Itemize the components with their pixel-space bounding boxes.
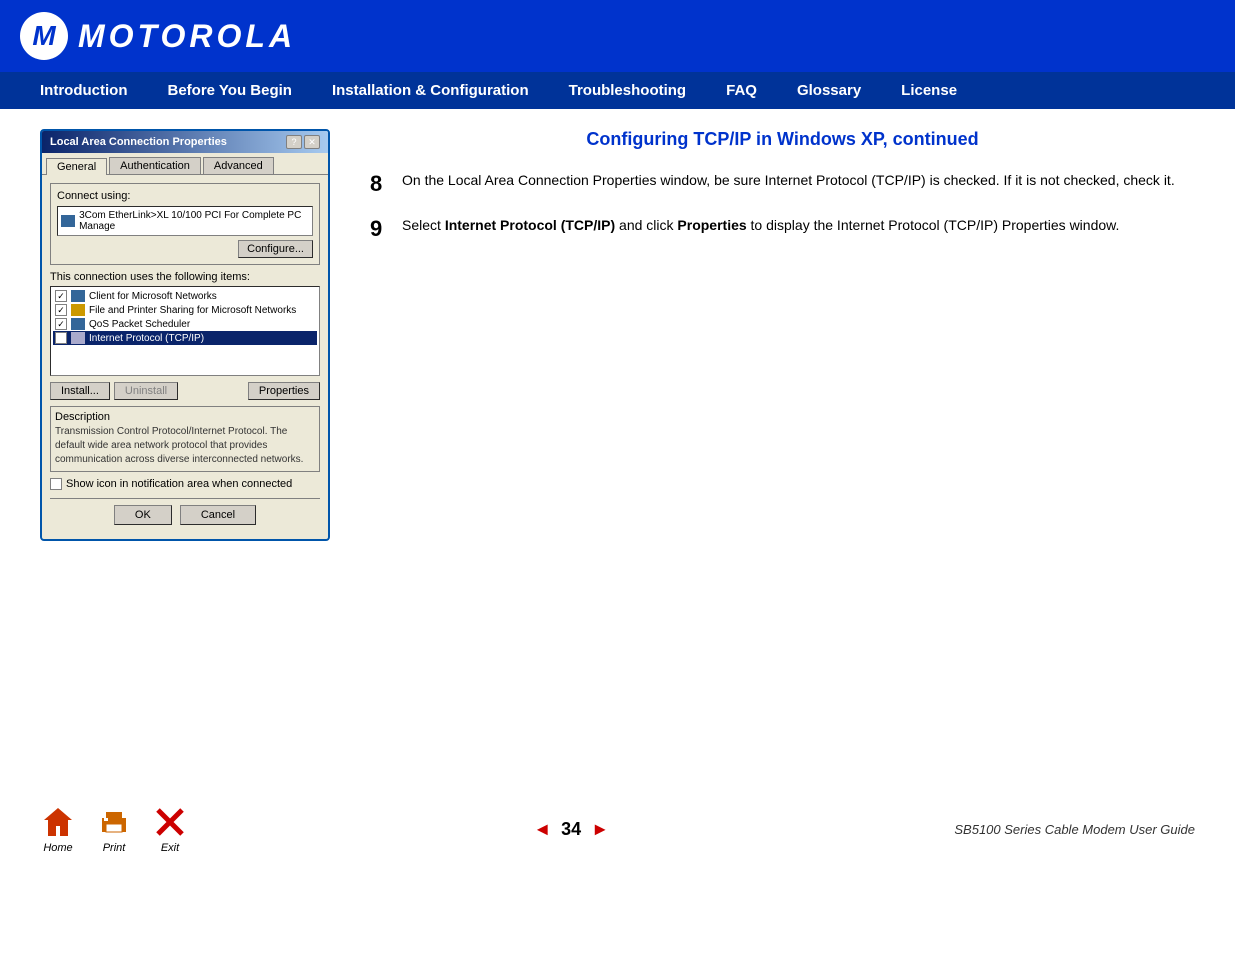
adapter-row: 3Com EtherLink>XL 10/100 PCI For Complet… <box>57 206 313 236</box>
properties-button[interactable]: Properties <box>248 382 320 400</box>
print-label: Print <box>103 842 126 854</box>
client-label: Client for Microsoft Networks <box>89 291 217 302</box>
page-number: 34 <box>561 819 581 840</box>
dialog-action-buttons: Install... Uninstall Properties <box>50 382 320 400</box>
fileprint-icon <box>71 304 85 316</box>
cancel-button[interactable]: Cancel <box>180 505 256 525</box>
home-icon <box>40 804 76 840</box>
step-8-number: 8 <box>370 170 390 199</box>
exit-button[interactable]: Exit <box>152 804 188 854</box>
right-panel: Configuring TCP/IP in Windows XP, contin… <box>370 129 1195 541</box>
logo-circle: M <box>20 12 68 60</box>
list-item-selected[interactable]: ✓ Internet Protocol (TCP/IP) <box>53 331 317 345</box>
sidebar-item-installation[interactable]: Installation & Configuration <box>312 72 549 109</box>
ok-cancel-buttons: OK Cancel <box>50 498 320 531</box>
home-button[interactable]: Home <box>40 804 76 854</box>
step-9-row: 9 Select Internet Protocol (TCP/IP) and … <box>370 215 1195 244</box>
connect-using-label: Connect using: <box>57 190 313 202</box>
tcpip-label: Internet Protocol (TCP/IP) <box>89 333 204 344</box>
connection-items-label: This connection uses the following items… <box>50 271 320 283</box>
show-icon-checkbox[interactable] <box>50 478 62 490</box>
install-button[interactable]: Install... <box>50 382 110 400</box>
sidebar-item-license[interactable]: License <box>881 72 977 109</box>
sidebar-item-faq[interactable]: FAQ <box>706 72 777 109</box>
nav-bar: Introduction Before You Begin Installati… <box>0 72 1235 109</box>
header: M MOTOROLA <box>0 0 1235 72</box>
connection-items-list: ✓ Client for Microsoft Networks ✓ File a… <box>50 286 320 376</box>
prev-arrow[interactable]: ◄ <box>533 819 551 840</box>
step-container: 8 On the Local Area Connection Propertie… <box>370 170 1195 243</box>
win-close-button[interactable]: ✕ <box>304 135 320 149</box>
exit-label: Exit <box>161 842 179 854</box>
checkbox-fileprint[interactable]: ✓ <box>55 304 67 316</box>
checkbox-tcpip[interactable]: ✓ <box>55 332 67 344</box>
motorola-brand-text: MOTOROLA <box>78 18 296 55</box>
tcpip-icon <box>71 332 85 344</box>
win-dialog: Local Area Connection Properties ? ✕ Gen… <box>40 129 330 541</box>
client-icon <box>71 290 85 302</box>
sidebar-item-troubleshooting[interactable]: Troubleshooting <box>549 72 707 109</box>
bottom-toolbar: Home Print Exit ◄ 34 ► SB5100 Series Cab… <box>40 804 1195 854</box>
sidebar-item-before-you-begin[interactable]: Before You Begin <box>147 72 311 109</box>
qos-label: QoS Packet Scheduler <box>89 319 190 330</box>
left-panel: Local Area Connection Properties ? ✕ Gen… <box>40 129 340 541</box>
configure-button[interactable]: Configure... <box>238 240 313 258</box>
toolbar-left: Home Print Exit <box>40 804 188 854</box>
connection-items-section: This connection uses the following items… <box>50 271 320 376</box>
adapter-text: 3Com EtherLink>XL 10/100 PCI For Complet… <box>79 210 309 232</box>
step-9-text: Select Internet Protocol (TCP/IP) and cl… <box>402 215 1119 236</box>
win-controls: ? ✕ <box>286 135 320 149</box>
tab-authentication[interactable]: Authentication <box>109 157 201 174</box>
exit-icon <box>152 804 188 840</box>
print-icon <box>96 804 132 840</box>
qos-icon <box>71 318 85 330</box>
sidebar-item-introduction[interactable]: Introduction <box>20 72 147 109</box>
logo-m-icon: M <box>32 20 55 52</box>
list-item: ✓ File and Printer Sharing for Microsoft… <box>53 303 317 317</box>
bold-properties: Properties <box>677 217 746 233</box>
toolbar-center: ◄ 34 ► <box>188 819 954 840</box>
checkbox-client[interactable]: ✓ <box>55 290 67 302</box>
guide-title: SB5100 Series Cable Modem User Guide <box>954 822 1195 837</box>
description-text: Transmission Control Protocol/Internet P… <box>55 425 315 467</box>
print-button[interactable]: Print <box>96 804 132 854</box>
tab-general[interactable]: General <box>46 158 107 175</box>
win-tabs: General Authentication Advanced <box>42 153 328 175</box>
step-8-text: On the Local Area Connection Properties … <box>402 170 1175 191</box>
motorola-logo: M MOTOROLA <box>20 12 296 60</box>
show-icon-label: Show icon in notification area when conn… <box>66 478 292 490</box>
bold-tcp-ip: Internet Protocol (TCP/IP) <box>445 217 615 233</box>
ok-button[interactable]: OK <box>114 505 172 525</box>
win-help-button[interactable]: ? <box>286 135 302 149</box>
checkbox-qos[interactable]: ✓ <box>55 318 67 330</box>
page-title: Configuring TCP/IP in Windows XP, contin… <box>370 129 1195 150</box>
step-8-row: 8 On the Local Area Connection Propertie… <box>370 170 1195 199</box>
win-titlebar: Local Area Connection Properties ? ✕ <box>42 131 328 153</box>
win-dialog-title: Local Area Connection Properties <box>50 136 227 148</box>
home-label: Home <box>43 842 72 854</box>
adapter-icon <box>61 215 75 227</box>
list-item: ✓ QoS Packet Scheduler <box>53 317 317 331</box>
connect-using-group: Connect using: 3Com EtherLink>XL 10/100 … <box>50 183 320 265</box>
description-label: Description <box>55 411 315 423</box>
step-9-number: 9 <box>370 215 390 244</box>
list-item: ✓ Client for Microsoft Networks <box>53 289 317 303</box>
tab-advanced[interactable]: Advanced <box>203 157 274 174</box>
fileprint-label: File and Printer Sharing for Microsoft N… <box>89 305 296 316</box>
main-content: Local Area Connection Properties ? ✕ Gen… <box>0 109 1235 561</box>
sidebar-item-glossary[interactable]: Glossary <box>777 72 881 109</box>
win-body: Connect using: 3Com EtherLink>XL 10/100 … <box>42 175 328 539</box>
uninstall-button[interactable]: Uninstall <box>114 382 178 400</box>
next-arrow[interactable]: ► <box>591 819 609 840</box>
show-icon-row: Show icon in notification area when conn… <box>50 478 320 490</box>
description-group: Description Transmission Control Protoco… <box>50 406 320 472</box>
